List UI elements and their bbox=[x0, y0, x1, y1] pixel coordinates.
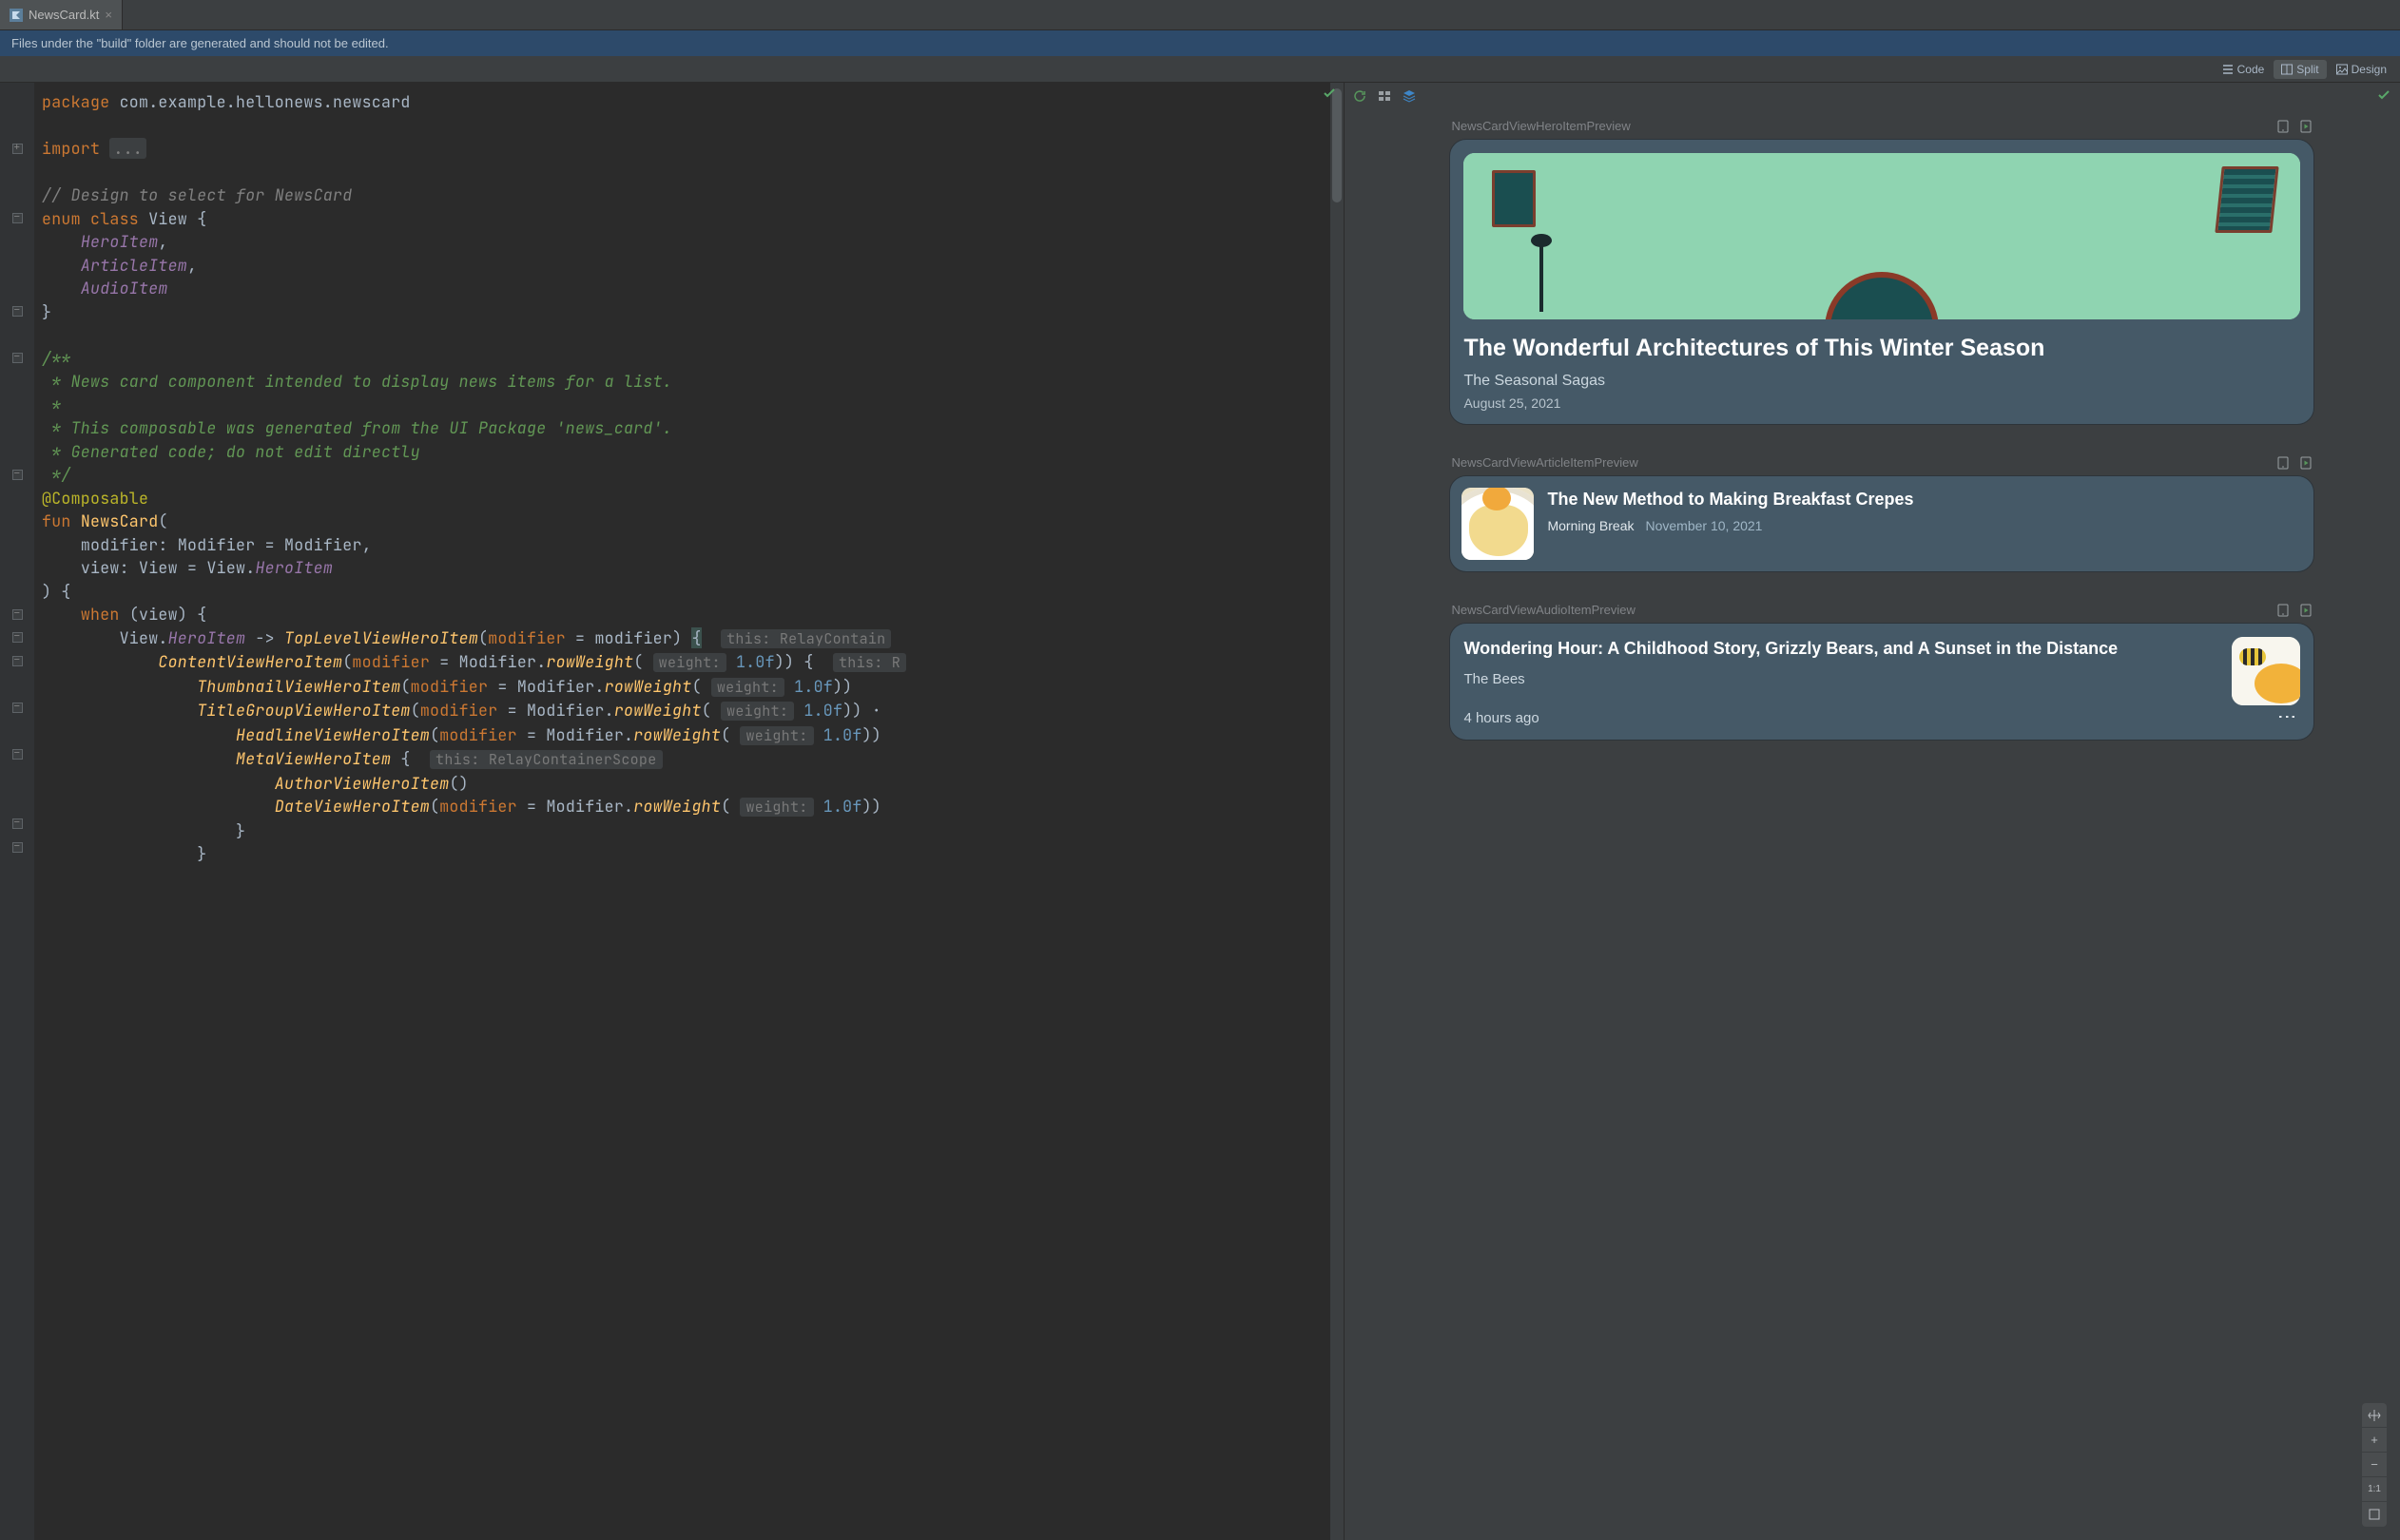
run-preview-icon[interactable] bbox=[2299, 604, 2313, 617]
device-icon[interactable] bbox=[2276, 120, 2290, 133]
audio-headline: Wondering Hour: A Childhood Story, Grizz… bbox=[1463, 637, 2218, 660]
fold-icon[interactable] bbox=[12, 213, 23, 223]
fold-icon[interactable] bbox=[12, 818, 23, 829]
tab-label: NewsCard.kt bbox=[29, 8, 99, 22]
build-folder-warning: Files under the "build" folder are gener… bbox=[0, 30, 2400, 56]
tab-newscard[interactable]: NewsCard.kt × bbox=[0, 0, 123, 29]
viewmode-code[interactable]: Code bbox=[2215, 60, 2273, 79]
zoom-in-button[interactable]: + bbox=[2362, 1428, 2387, 1453]
run-preview-icon[interactable] bbox=[2299, 120, 2313, 133]
pan-icon[interactable] bbox=[2362, 1403, 2387, 1428]
article-card: The New Method to Making Breakfast Crepe… bbox=[1449, 475, 2314, 572]
device-icon[interactable] bbox=[2276, 456, 2290, 470]
hero-author: The Seasonal Sagas bbox=[1463, 373, 2300, 390]
zoom-controls: + − 1:1 bbox=[2362, 1403, 2387, 1527]
fold-icon[interactable] bbox=[12, 656, 23, 666]
fold-icon[interactable] bbox=[12, 470, 23, 480]
editor-gutter[interactable] bbox=[0, 83, 34, 1540]
audio-author: The Bees bbox=[1463, 671, 2218, 687]
article-date: November 10, 2021 bbox=[1646, 518, 1763, 533]
viewmode-design-label: Design bbox=[2352, 63, 2387, 76]
code-editor[interactable]: package com.example.hellonews.newscard i… bbox=[0, 83, 1344, 1540]
zoom-ratio[interactable]: 1:1 bbox=[2362, 1477, 2387, 1502]
hero-card: The Wonderful Architectures of This Wint… bbox=[1449, 139, 2314, 425]
device-icon[interactable] bbox=[2276, 604, 2290, 617]
run-preview-icon[interactable] bbox=[2299, 456, 2313, 470]
audio-time: 4 hours ago bbox=[1463, 710, 2218, 726]
editor-tabs: NewsCard.kt × bbox=[0, 0, 2400, 30]
hero-date: August 25, 2021 bbox=[1463, 395, 2300, 411]
preview-audio: NewsCardViewAudioItemPreview Wondering H… bbox=[1449, 603, 2314, 741]
fold-icon[interactable] bbox=[12, 749, 23, 760]
hero-thumbnail bbox=[1463, 153, 2300, 319]
close-icon[interactable]: × bbox=[105, 8, 112, 22]
preview-label: NewsCardViewAudioItemPreview bbox=[1451, 603, 1635, 617]
preview-label: NewsCardViewHeroItemPreview bbox=[1451, 119, 1630, 133]
preview-ok-icon bbox=[2377, 88, 2390, 105]
zoom-fit-button[interactable] bbox=[2362, 1502, 2387, 1527]
preview-toolbar bbox=[1345, 83, 2400, 109]
zoom-out-button[interactable]: − bbox=[2362, 1453, 2387, 1477]
fold-icon[interactable] bbox=[12, 353, 23, 363]
refresh-icon[interactable] bbox=[1352, 88, 1367, 104]
fold-icon[interactable] bbox=[12, 609, 23, 620]
inspection-ok-icon[interactable] bbox=[1323, 87, 1336, 103]
compose-preview-pane: NewsCardViewHeroItemPreview bbox=[1344, 83, 2400, 1540]
preview-hero: NewsCardViewHeroItemPreview bbox=[1449, 119, 2314, 425]
list-icon bbox=[2222, 64, 2234, 75]
fold-icon[interactable] bbox=[12, 842, 23, 853]
fold-icon[interactable] bbox=[12, 632, 23, 643]
fold-icon[interactable] bbox=[12, 703, 23, 713]
article-headline: The New Method to Making Breakfast Crepe… bbox=[1547, 488, 1913, 510]
notice-text: Files under the "build" folder are gener… bbox=[11, 36, 389, 50]
article-thumbnail bbox=[1461, 488, 1534, 560]
viewmode-design[interactable]: Design bbox=[2329, 60, 2394, 79]
kotlin-file-icon bbox=[10, 9, 23, 22]
preview-article: NewsCardViewArticleItemPreview The New M… bbox=[1449, 455, 2314, 572]
more-icon[interactable]: ⋮ bbox=[2275, 707, 2298, 728]
editor-scrollbar[interactable] bbox=[1330, 83, 1344, 1540]
split-icon bbox=[2281, 64, 2293, 75]
scrollbar-thumb[interactable] bbox=[1332, 88, 1342, 202]
fold-icon[interactable] bbox=[12, 306, 23, 317]
layers-icon[interactable] bbox=[1402, 88, 1417, 104]
toggle-layout-icon[interactable] bbox=[1377, 88, 1392, 104]
preview-label: NewsCardViewArticleItemPreview bbox=[1451, 455, 1637, 470]
preview-surface[interactable]: NewsCardViewHeroItemPreview bbox=[1345, 109, 2400, 1540]
viewmode-bar: Code Split Design bbox=[0, 56, 2400, 83]
source-code[interactable]: package com.example.hellonews.newscard i… bbox=[42, 90, 1344, 866]
hero-headline: The Wonderful Architectures of This Wint… bbox=[1463, 333, 2300, 363]
viewmode-split-label: Split bbox=[2296, 63, 2318, 76]
fold-icon[interactable] bbox=[12, 144, 23, 154]
image-icon bbox=[2336, 64, 2348, 75]
audio-card: Wondering Hour: A Childhood Story, Grizz… bbox=[1449, 623, 2314, 741]
viewmode-split[interactable]: Split bbox=[2274, 60, 2326, 79]
audio-thumbnail bbox=[2232, 637, 2300, 705]
article-author: Morning Break bbox=[1547, 518, 1634, 533]
viewmode-code-label: Code bbox=[2237, 63, 2265, 76]
